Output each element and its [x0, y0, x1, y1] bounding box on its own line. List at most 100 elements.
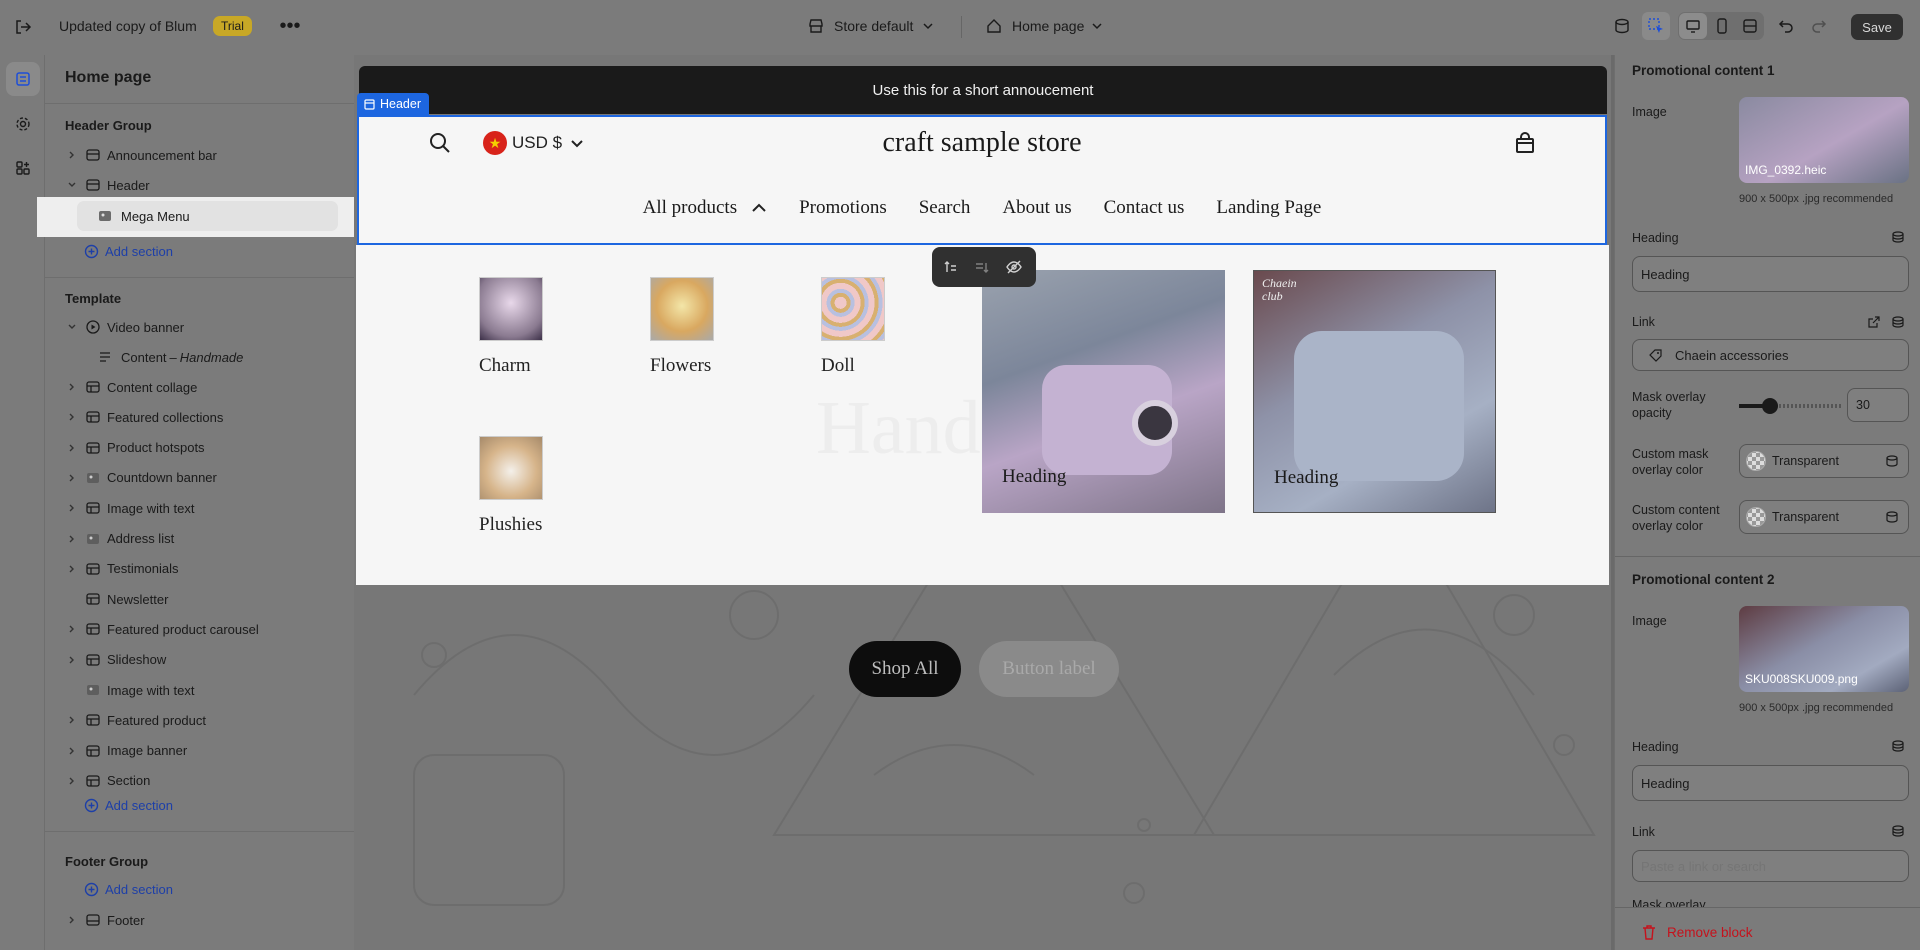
- slider-thumb[interactable]: [1761, 398, 1778, 414]
- menu-item-flowers[interactable]: Flowers: [650, 277, 714, 377]
- promo-card-1[interactable]: Heading: [982, 270, 1225, 513]
- apps-icon[interactable]: [6, 151, 40, 185]
- redo-icon[interactable]: [1810, 17, 1828, 35]
- dynamic-source-icon[interactable]: [1891, 824, 1907, 840]
- chevron-right-icon[interactable]: [65, 774, 79, 788]
- chevron-right-icon[interactable]: [65, 532, 79, 546]
- shop-all-button[interactable]: Shop All: [849, 641, 961, 697]
- more-options-icon[interactable]: •••: [280, 16, 301, 36]
- mask-opacity-value[interactable]: 30: [1847, 388, 1909, 422]
- add-section-button[interactable]: Add section: [83, 793, 173, 817]
- exit-icon[interactable]: [14, 18, 32, 36]
- chevron-right-icon[interactable]: [65, 592, 79, 606]
- chevron-right-icon[interactable]: [65, 913, 79, 927]
- promo2-image-picker[interactable]: SKU008SKU009.png: [1739, 606, 1909, 692]
- chevron-right-icon[interactable]: [65, 410, 79, 424]
- heading-input[interactable]: Heading: [1632, 765, 1909, 801]
- tree-item-section[interactable]: Image with text: [65, 496, 194, 520]
- heading-input[interactable]: Heading: [1632, 256, 1909, 292]
- promo-card-2[interactable]: Chaein club Heading: [1253, 270, 1496, 513]
- header-section-tag[interactable]: Header: [357, 93, 429, 115]
- tree-item-mega-menu[interactable]: Mega Menu: [77, 201, 338, 231]
- chevron-right-icon[interactable]: [65, 562, 79, 576]
- save-button[interactable]: Save: [1851, 14, 1903, 40]
- move-up-icon[interactable]: [940, 257, 960, 277]
- dynamic-source-icon[interactable]: [1885, 454, 1899, 468]
- chevron-right-icon[interactable]: [65, 744, 79, 758]
- tree-item-section[interactable]: Product hotspots: [65, 436, 205, 460]
- chevron-down-icon[interactable]: [1091, 20, 1103, 32]
- inspector-icon[interactable]: [1642, 12, 1670, 40]
- mask-opacity-slider[interactable]: [1739, 398, 1841, 414]
- chevron-down-icon[interactable]: [65, 320, 79, 334]
- move-down-icon[interactable]: [972, 257, 992, 277]
- chevron-right-icon[interactable]: [65, 653, 79, 667]
- tree-item-section[interactable]: Newsletter: [65, 587, 168, 611]
- secondary-hero-button[interactable]: Button label: [979, 641, 1119, 697]
- tree-item-section[interactable]: Image banner: [65, 739, 187, 763]
- remove-block-button[interactable]: Remove block: [1641, 924, 1753, 940]
- sections-icon[interactable]: [6, 62, 40, 96]
- chevron-down-icon[interactable]: [65, 178, 79, 192]
- tree-item-content-handmade[interactable]: Content – Handmade: [97, 345, 243, 369]
- store-logo-title[interactable]: craft sample store: [359, 127, 1605, 159]
- chevron-right-icon[interactable]: [65, 501, 79, 515]
- hide-eye-icon[interactable]: [1004, 257, 1024, 277]
- tree-item-header[interactable]: Header: [65, 173, 150, 197]
- store-selector[interactable]: Store default: [834, 18, 913, 34]
- chevron-right-icon[interactable]: [65, 471, 79, 485]
- tree-item-announcement-bar[interactable]: Announcement bar: [65, 143, 217, 167]
- chevron-right-icon[interactable]: [65, 148, 79, 162]
- tree-item-video-banner[interactable]: Video banner: [65, 315, 184, 339]
- transparent-swatch: [1746, 507, 1766, 527]
- undo-icon[interactable]: [1777, 17, 1795, 35]
- tree-item-footer[interactable]: Footer: [65, 908, 145, 932]
- dynamic-source-icon[interactable]: [1891, 230, 1907, 246]
- nav-landing-page[interactable]: Landing Page: [1216, 197, 1321, 219]
- chevron-right-icon[interactable]: [65, 441, 79, 455]
- chevron-right-icon[interactable]: [65, 683, 79, 697]
- tree-item-section[interactable]: Section: [65, 769, 150, 793]
- external-link-icon[interactable]: [1867, 315, 1883, 331]
- mobile-icon[interactable]: [1708, 13, 1736, 39]
- link-input[interactable]: Chaein accessories: [1632, 339, 1909, 371]
- add-section-button[interactable]: Add section: [83, 239, 173, 263]
- tree-item-section[interactable]: Slideshow: [65, 648, 166, 672]
- menu-item-doll[interactable]: Doll: [821, 277, 885, 377]
- nav-all-products[interactable]: All products: [643, 197, 767, 219]
- desktop-icon[interactable]: [1679, 13, 1707, 39]
- nav-promotions[interactable]: Promotions: [799, 197, 887, 219]
- tree-item-section[interactable]: Testimonials: [65, 557, 179, 581]
- cart-bag-icon[interactable]: [1513, 131, 1537, 155]
- link-search-input[interactable]: [1632, 850, 1909, 882]
- page-selector[interactable]: Home page: [1012, 18, 1084, 34]
- tree-item-section[interactable]: Address list: [65, 527, 174, 551]
- add-section-button[interactable]: Add section: [83, 877, 173, 901]
- tree-item-section[interactable]: Featured collections: [65, 405, 223, 429]
- chevron-right-icon[interactable]: [65, 380, 79, 394]
- tree-item-section[interactable]: Featured product: [65, 708, 206, 732]
- menu-item-charm[interactable]: Charm: [479, 277, 543, 377]
- custom-content-color-picker[interactable]: Transparent: [1739, 500, 1909, 534]
- menu-item-plushies[interactable]: Plushies: [479, 436, 543, 536]
- promo1-image-picker[interactable]: IMG_0392.heic: [1739, 97, 1909, 183]
- announcement-bar[interactable]: Use this for a short annoucement: [359, 66, 1607, 114]
- tree-item-section[interactable]: Image with text: [65, 678, 194, 702]
- store-header[interactable]: ★ USD $ craft sample store All products …: [357, 115, 1607, 245]
- chevron-right-icon[interactable]: [65, 713, 79, 727]
- dynamic-source-icon[interactable]: [1885, 510, 1899, 524]
- nav-search[interactable]: Search: [919, 197, 971, 219]
- settings-gear-icon[interactable]: [6, 107, 40, 141]
- chevron-right-icon[interactable]: [65, 622, 79, 636]
- tree-item-section[interactable]: Countdown banner: [65, 466, 217, 490]
- chevron-down-icon[interactable]: [922, 20, 934, 32]
- dynamic-source-icon[interactable]: [1891, 315, 1907, 331]
- dynamic-source-icon[interactable]: [1891, 739, 1907, 755]
- custom-mask-color-picker[interactable]: Transparent: [1739, 444, 1909, 478]
- nav-contact-us[interactable]: Contact us: [1104, 197, 1185, 219]
- nav-about-us[interactable]: About us: [1002, 197, 1071, 219]
- tree-item-section[interactable]: Featured product carousel: [65, 617, 259, 641]
- fullscreen-icon[interactable]: [1736, 13, 1764, 39]
- tree-item-section[interactable]: Content collage: [65, 375, 197, 399]
- theme-database-icon[interactable]: [1612, 16, 1632, 36]
